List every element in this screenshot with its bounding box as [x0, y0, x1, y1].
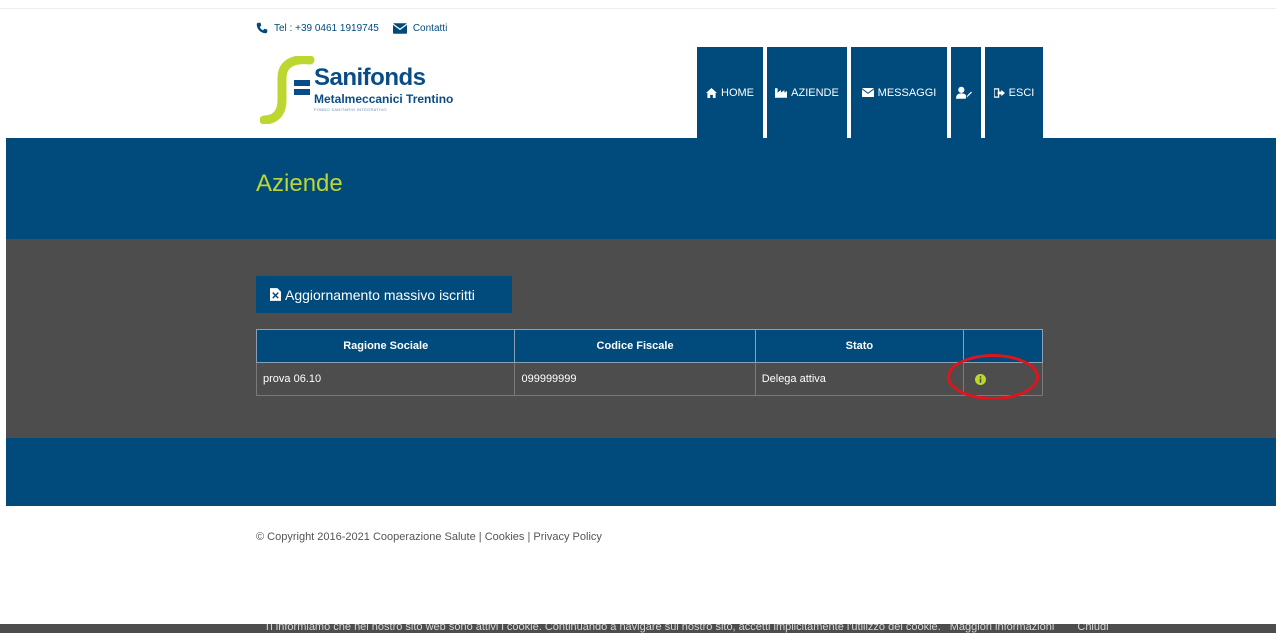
phone-link[interactable]: Tel : +39 0461 1919745	[256, 22, 379, 34]
phone-number: Tel : +39 0461 1919745	[274, 22, 379, 34]
table-header-row: Ragione Sociale Codice Fiscale Stato	[255, 329, 1043, 363]
nav-messaggi-label: MESSAGGI	[877, 86, 937, 99]
nav-esci[interactable]: ESCI	[985, 47, 1043, 138]
copyright-text: © Copyright 2016-2021 Cooperazione Salut…	[256, 531, 476, 543]
industry-icon	[775, 87, 788, 98]
home-icon	[706, 87, 717, 98]
cookie-banner-text: Ti informiamo che nel nostro sito web so…	[264, 624, 1109, 633]
header-ragione-sociale[interactable]: Ragione Sociale	[255, 329, 516, 363]
top-divider	[0, 8, 1276, 9]
envelope-icon	[861, 88, 874, 97]
nav-home-label: HOME	[721, 86, 754, 99]
logo[interactable]: Sanifonds Metalmeccanici Trentino FONDO …	[260, 56, 480, 124]
companies-table: Ragione Sociale Codice Fiscale Stato pro…	[255, 329, 1043, 396]
header-stato[interactable]: Stato	[754, 329, 965, 363]
logo-tagline: FONDO SANITARIO INTEGRATIVO	[314, 107, 387, 112]
logo-mark-icon	[260, 56, 315, 124]
cookies-link[interactable]: Cookies	[485, 531, 525, 543]
phone-icon	[256, 22, 268, 34]
cell-codice-fiscale: 099999999	[514, 362, 756, 396]
logo-subtitle: Metalmeccanici Trentino	[314, 92, 454, 106]
page-title: Aziende	[256, 170, 343, 197]
highlight-annotation	[947, 354, 1039, 400]
cookie-more-info-link[interactable]: Maggiori informazioni	[950, 624, 1055, 633]
content-area: Aggiornamento massivo iscritti Ragione S…	[6, 239, 1276, 438]
envelope-icon	[392, 22, 407, 34]
nav-home[interactable]: HOME	[697, 47, 763, 138]
privacy-policy-link[interactable]: Privacy Policy	[533, 531, 601, 543]
header-codice-fiscale[interactable]: Codice Fiscale	[514, 329, 756, 363]
page-header-band: Aziende	[6, 138, 1276, 239]
nav-aziende[interactable]: AZIENDE	[767, 47, 847, 138]
main-nav: HOME AZIENDE MESSAGGI ESCI	[697, 47, 1043, 138]
logo-title: Sanifonds	[314, 64, 426, 91]
nav-user-profile[interactable]	[951, 47, 981, 138]
mass-update-button[interactable]: Aggiornamento massivo iscritti	[256, 276, 512, 313]
separator: |	[475, 531, 485, 543]
contacts-link[interactable]: Contatti	[392, 22, 448, 34]
footer-band	[6, 438, 1276, 506]
table-row: prova 06.10 099999999 Delega attiva	[255, 362, 1043, 396]
file-excel-icon	[270, 288, 281, 301]
nav-esci-label: ESCI	[1008, 86, 1035, 99]
sign-out-icon	[993, 87, 1005, 98]
nav-aziende-label: AZIENDE	[791, 86, 839, 99]
copyright: © Copyright 2016-2021 Cooperazione Salut…	[256, 531, 602, 543]
nav-messaggi[interactable]: MESSAGGI	[851, 47, 947, 138]
user-edit-icon	[956, 86, 972, 99]
contact-bar: Tel : +39 0461 1919745 Contatti	[256, 20, 461, 36]
mass-update-label: Aggiornamento massivo iscritti	[285, 286, 475, 303]
cookie-close-button[interactable]: Chiudi	[1077, 624, 1108, 633]
cell-ragione-sociale: prova 06.10	[255, 362, 516, 396]
cookie-message: Ti informiamo che nel nostro sito web so…	[264, 624, 941, 633]
cell-stato: Delega attiva	[754, 362, 965, 396]
contacts-label: Contatti	[412, 22, 448, 34]
page: Tel : +39 0461 1919745 Contatti Sanifond…	[0, 0, 1276, 633]
cookie-banner: Ti informiamo che nel nostro sito web so…	[0, 624, 1276, 633]
